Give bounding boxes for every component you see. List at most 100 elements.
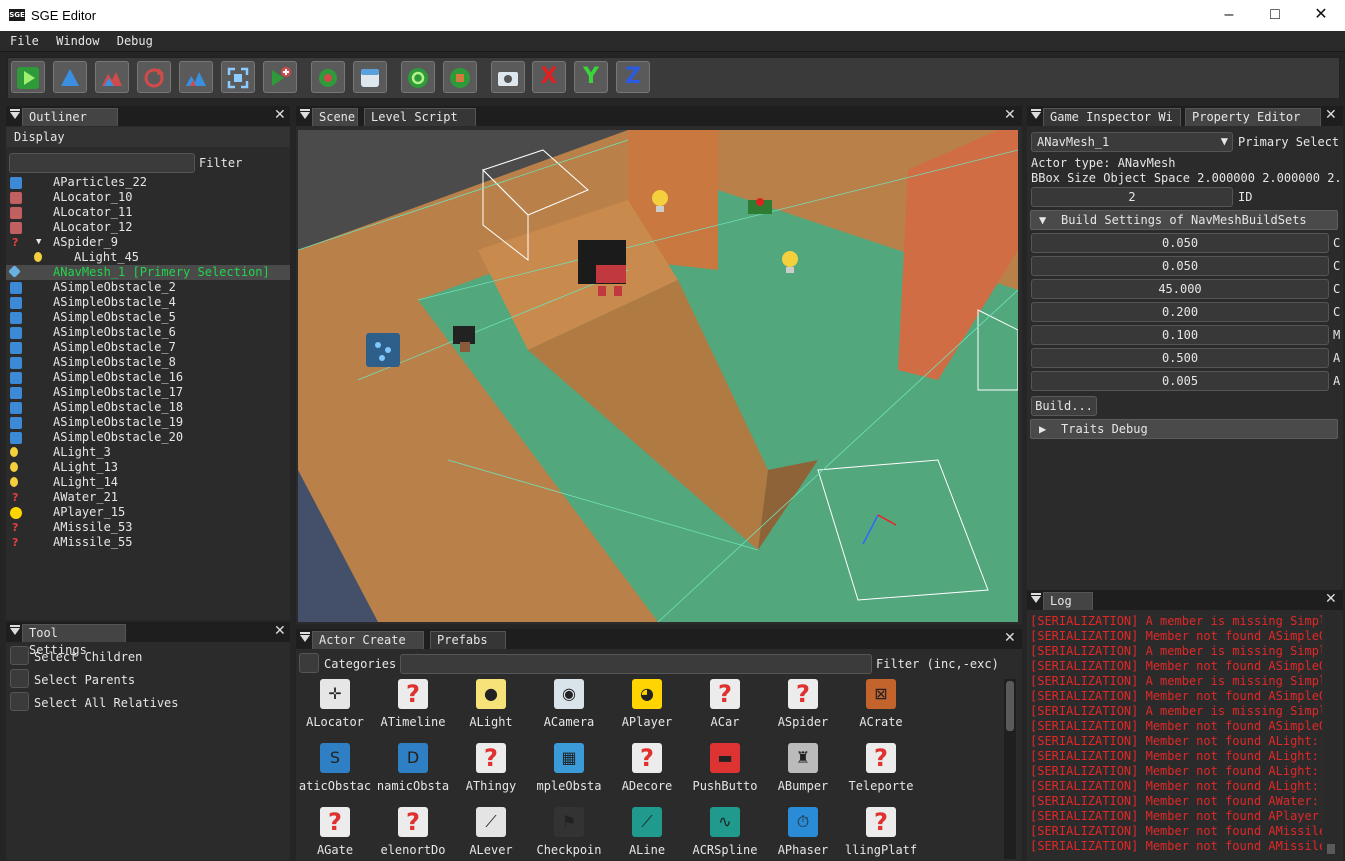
outliner-item[interactable]: ASimpleObstacle_18 (6, 400, 290, 415)
close-icon[interactable]: ✕ (274, 107, 286, 123)
collapse-icon[interactable] (10, 625, 20, 635)
scrollbar-thumb[interactable] (1327, 844, 1335, 854)
add-actor-button[interactable] (263, 61, 297, 93)
menu-file[interactable]: File (0, 31, 39, 48)
build-setting-field[interactable]: 0.500 (1031, 348, 1329, 368)
actor-type-item[interactable]: ⏱ APhaser (764, 807, 842, 859)
outliner-item[interactable]: ASimpleObstacle_4 (6, 295, 290, 310)
actor-type-item[interactable]: ? AGate (296, 807, 374, 859)
build-setting-field[interactable]: 0.200 (1031, 302, 1329, 322)
reload-scripts-button[interactable] (443, 61, 477, 93)
outliner-item[interactable]: ANavMesh_1 [Primery Selection] (6, 265, 290, 280)
collapse-icon[interactable] (1031, 109, 1041, 119)
y-axis-button[interactable]: Y (574, 61, 608, 93)
actor-type-item[interactable]: ? elenortDo (374, 807, 452, 859)
select-all-relatives-checkbox[interactable] (10, 692, 29, 711)
actor-type-item[interactable]: ✛ ALocator (296, 679, 374, 741)
outliner-item[interactable]: ASimpleObstacle_5 (6, 310, 290, 325)
actor-type-item[interactable]: ▦ mpleObsta (530, 743, 608, 805)
actor-type-item[interactable]: ? ACar (686, 679, 764, 741)
minimize-button[interactable]: – (1206, 0, 1252, 31)
build-setting-field[interactable]: 0.005 (1031, 371, 1329, 391)
tab-level-script[interactable]: Level Script (364, 108, 476, 126)
close-icon[interactable]: ✕ (1004, 107, 1016, 123)
outliner-item[interactable]: ASimpleObstacle_8 (6, 355, 290, 370)
id-field[interactable]: 2 (1031, 187, 1233, 207)
actor-type-item[interactable]: ⟋ ALever (452, 807, 530, 859)
actor-filter-input[interactable] (400, 654, 872, 674)
outliner-item[interactable]: ALight_3 (6, 445, 290, 460)
outliner-item[interactable]: ASimpleObstacle_7 (6, 340, 290, 355)
actor-type-item[interactable]: ● ALight (452, 679, 530, 741)
traits-debug-header[interactable]: ▶ Traits Debug (1030, 419, 1338, 439)
build-setting-field[interactable]: 0.050 (1031, 233, 1329, 253)
actor-type-item[interactable]: DnamicObsta (374, 743, 452, 805)
translate-button[interactable] (53, 61, 87, 93)
outliner-item[interactable]: ASimpleObstacle_17 (6, 385, 290, 400)
close-window-button[interactable]: ✕ (1298, 0, 1344, 31)
build-setting-field[interactable]: 0.100 (1031, 325, 1329, 345)
actor-grid-scrollbar[interactable] (1004, 679, 1016, 859)
actor-type-item[interactable]: ? ATimeline (374, 679, 452, 741)
actor-select-dropdown[interactable]: ANavMesh_1 ▼ (1031, 132, 1233, 152)
select-parents-checkbox[interactable] (10, 669, 29, 688)
outliner-item[interactable]: ? AWater_21 (6, 490, 290, 505)
z-axis-button[interactable]: Z (616, 61, 650, 93)
outliner-item[interactable]: ? AMissile_53 (6, 520, 290, 535)
actor-type-item[interactable]: ∿ ACRSpline (686, 807, 764, 859)
actor-type-item[interactable]: SaticObstac (296, 743, 374, 805)
scene-viewport[interactable] (298, 130, 1018, 622)
tab-game-inspector[interactable]: Game Inspector Wi (1043, 108, 1181, 126)
collapse-icon[interactable] (10, 109, 20, 119)
actor-type-item[interactable]: ? ADecore (608, 743, 686, 805)
reload-button[interactable] (401, 61, 435, 93)
outliner-item[interactable]: ALight_14 (6, 475, 290, 490)
outliner-item[interactable]: ALocator_11 (6, 205, 290, 220)
snap-button[interactable] (311, 61, 345, 93)
actor-type-item[interactable]: ◕ APlayer (608, 679, 686, 741)
close-icon[interactable]: ✕ (1004, 630, 1016, 646)
actor-type-item[interactable]: ⟋ ALine (608, 807, 686, 859)
close-icon[interactable]: ✕ (1325, 107, 1337, 123)
window-button[interactable] (353, 61, 387, 93)
outliner-item[interactable]: ? AMissile_55 (6, 535, 290, 550)
actor-type-item[interactable]: ? ASpider (764, 679, 842, 741)
build-settings-header[interactable]: ▼ Build Settings of NavMeshBuildSets (1030, 210, 1338, 230)
tab-scene[interactable]: Scene (312, 108, 358, 126)
outliner-item[interactable]: ASimpleObstacle_20 (6, 430, 290, 445)
actor-type-item[interactable]: ♜ ABumper (764, 743, 842, 805)
actor-type-item[interactable]: ⚑ Checkpoin (530, 807, 608, 859)
tab-actor-create[interactable]: Actor Create (312, 631, 424, 649)
actor-type-item[interactable]: ⊠ ACrate (842, 679, 920, 741)
outliner-item[interactable]: ALight_13 (6, 460, 290, 475)
outliner-filter-input[interactable] (9, 153, 195, 173)
outliner-item[interactable]: ASimpleObstacle_6 (6, 325, 290, 340)
tab-outliner[interactable]: Outliner (22, 108, 118, 126)
collapse-icon[interactable] (300, 109, 310, 119)
collapse-icon[interactable] (300, 632, 310, 642)
refresh-button[interactable] (137, 61, 171, 93)
outliner-item[interactable]: ALocator_12 (6, 220, 290, 235)
screenshot-button[interactable] (491, 61, 525, 93)
outliner-item[interactable]: APlayer_15 (6, 505, 290, 520)
actor-type-item[interactable]: ? llingPlatf (842, 807, 920, 859)
outliner-item[interactable]: ASimpleObstacle_16 (6, 370, 290, 385)
outliner-item[interactable]: ASimpleObstacle_19 (6, 415, 290, 430)
categories-checkbox[interactable] (299, 653, 319, 673)
collapse-icon[interactable] (1031, 593, 1041, 603)
close-icon[interactable]: ✕ (274, 623, 286, 639)
actor-type-item[interactable]: ? Teleporte (842, 743, 920, 805)
build-setting-field[interactable]: 0.050 (1031, 256, 1329, 276)
focus-button[interactable] (221, 61, 255, 93)
scale-button[interactable] (179, 61, 213, 93)
display-header[interactable]: Display (6, 127, 290, 147)
build-button[interactable]: Build... (1031, 396, 1097, 416)
scrollbar-thumb[interactable] (1006, 681, 1014, 731)
tab-property-editor[interactable]: Property Editor (1185, 108, 1321, 126)
outliner-item[interactable]: AParticles_22 (6, 175, 290, 190)
build-setting-field[interactable]: 45.000 (1031, 279, 1329, 299)
rotate-button[interactable] (95, 61, 129, 93)
play-button[interactable] (11, 61, 45, 93)
actor-type-item[interactable]: ? AThingy (452, 743, 530, 805)
actor-type-item[interactable]: ◉ ACamera (530, 679, 608, 741)
